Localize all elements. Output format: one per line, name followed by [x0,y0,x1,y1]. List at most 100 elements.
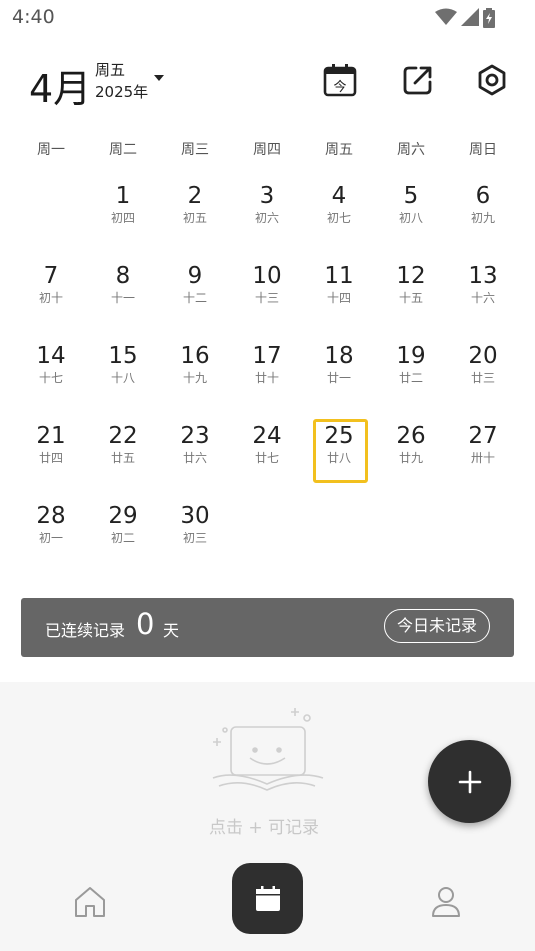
day-number: 17 [252,343,282,369]
streak-label: 已连续记录 [45,621,126,640]
calendar-day[interactable]: 13 十六 [447,246,519,326]
calendar-day[interactable]: 10 十三 [231,246,303,326]
calendar-grid: 1 初四 2 初五 3 初六 4 初七 5 初八 6 初九 7 初十 8 十一 9 十二 10 十三 11 十四 12 十五 1… [15,166,520,566]
today-status-button[interactable]: 今日未记录 [384,609,490,643]
calendar-day[interactable]: 24 廿七 [231,406,303,486]
lunar-date: 廿七 [254,451,279,465]
bottom-nav [0,860,535,951]
lunar-date: 初三 [182,531,207,545]
today-button[interactable]: 今 [320,60,360,100]
day-number: 23 [180,423,210,449]
weekday-label: 周三 [181,142,209,158]
calendar-day[interactable]: 8 十一 [87,246,159,326]
lunar-date: 初七 [326,211,351,225]
calendar-day[interactable]: 22 廿五 [87,406,159,486]
day-number: 5 [403,183,419,209]
lunar-date: 廿五 [110,451,135,465]
home-icon [75,887,105,917]
lunar-date: 廿三 [470,371,495,385]
calendar-icon [255,885,280,911]
day-number: 14 [36,343,66,369]
calendar-day[interactable]: 21 廿四 [15,406,87,486]
calendar-day[interactable]: 17 廿十 [231,326,303,406]
calendar-day[interactable]: 16 十九 [159,326,231,406]
day-number: 12 [396,263,426,289]
calendar-day[interactable]: 30 初三 [159,486,231,566]
lunar-date: 初九 [470,211,495,225]
calendar-empty-cell [15,166,87,246]
streak-count: 0 [136,607,155,641]
lunar-date: 十七 [38,371,63,385]
today-icon-text: 今 [333,79,346,95]
calendar-day[interactable]: 26 廿九 [375,406,447,486]
day-number: 15 [108,343,138,369]
nav-home-button[interactable] [70,882,110,922]
day-number: 1 [115,183,131,209]
date-selector[interactable]: 周五 2025年 [95,59,148,103]
calendar-day[interactable]: 1 初四 [87,166,159,246]
lunar-date: 十五 [398,291,423,305]
status-bar: 4:40 [0,0,535,36]
month-label[interactable]: 4月 [29,58,91,113]
day-number: 8 [115,263,131,289]
day-number: 2 [187,183,203,209]
streak-unit: 天 [163,621,180,640]
day-number: 24 [252,423,282,449]
lunar-date: 廿六 [182,451,207,465]
nav-calendar-button[interactable] [232,863,303,934]
calendar-day[interactable]: 14 十七 [15,326,87,406]
calendar-day[interactable]: 29 初二 [87,486,159,566]
weekday-label: 周五 [95,61,126,79]
today-highlight [313,419,368,483]
calendar-day[interactable]: 28 初一 [15,486,87,566]
lunar-date: 十二 [182,291,207,305]
year-label: 2025年 [95,83,149,101]
wifi-icon [435,8,457,25]
streak-bar: 已连续记录 0 天 今日未记录 [21,598,514,657]
calendar-day[interactable]: 27 卅十 [447,406,519,486]
calendar-day[interactable]: 20 廿三 [447,326,519,406]
day-number: 28 [36,503,66,529]
calendar-day[interactable]: 25 廿八 [303,406,375,486]
day-number: 22 [108,423,138,449]
status-time: 4:40 [12,6,55,28]
day-number: 9 [187,263,203,289]
signal-icon [461,8,479,26]
day-number: 7 [43,263,59,289]
calendar-day[interactable]: 18 廿一 [303,326,375,406]
caret-down-icon[interactable] [154,75,164,81]
calendar-day[interactable]: 4 初七 [303,166,375,246]
settings-button[interactable] [472,60,512,100]
plus-icon [458,770,481,793]
day-number: 11 [324,263,354,289]
lunar-date: 初二 [110,531,135,545]
calendar-day[interactable]: 7 初十 [15,246,87,326]
lunar-date: 初六 [254,211,279,225]
calendar-day[interactable]: 2 初五 [159,166,231,246]
calendar-day[interactable]: 9 十二 [159,246,231,326]
day-number: 20 [468,343,498,369]
add-record-button[interactable] [428,740,511,823]
lunar-date: 十一 [110,291,135,305]
weekday-row: 周一 周二 周三 周四 周五 周六 周日 [15,138,520,162]
day-number: 30 [180,503,210,529]
calendar-day[interactable]: 6 初九 [447,166,519,246]
lunar-date: 初八 [398,211,423,225]
calendar-day[interactable]: 11 十四 [303,246,375,326]
share-button[interactable] [398,60,438,100]
calendar-day[interactable]: 3 初六 [231,166,303,246]
calendar-day[interactable]: 23 廿六 [159,406,231,486]
calendar-day[interactable]: 19 廿二 [375,326,447,406]
lunar-date: 初四 [110,211,135,225]
weekday-label: 周六 [397,142,425,158]
nav-profile-button[interactable] [426,882,466,922]
calendar-day[interactable]: 12 十五 [375,246,447,326]
battery-icon [483,8,495,28]
calendar-day[interactable]: 15 十八 [87,326,159,406]
calendar-header: 4月 周五 2025年 今 [0,50,535,114]
empty-hint: 点击 + 可记录 [209,818,320,838]
day-number: 29 [108,503,138,529]
weekday-label: 周五 [325,142,353,158]
day-number: 19 [396,343,426,369]
calendar-day[interactable]: 5 初八 [375,166,447,246]
